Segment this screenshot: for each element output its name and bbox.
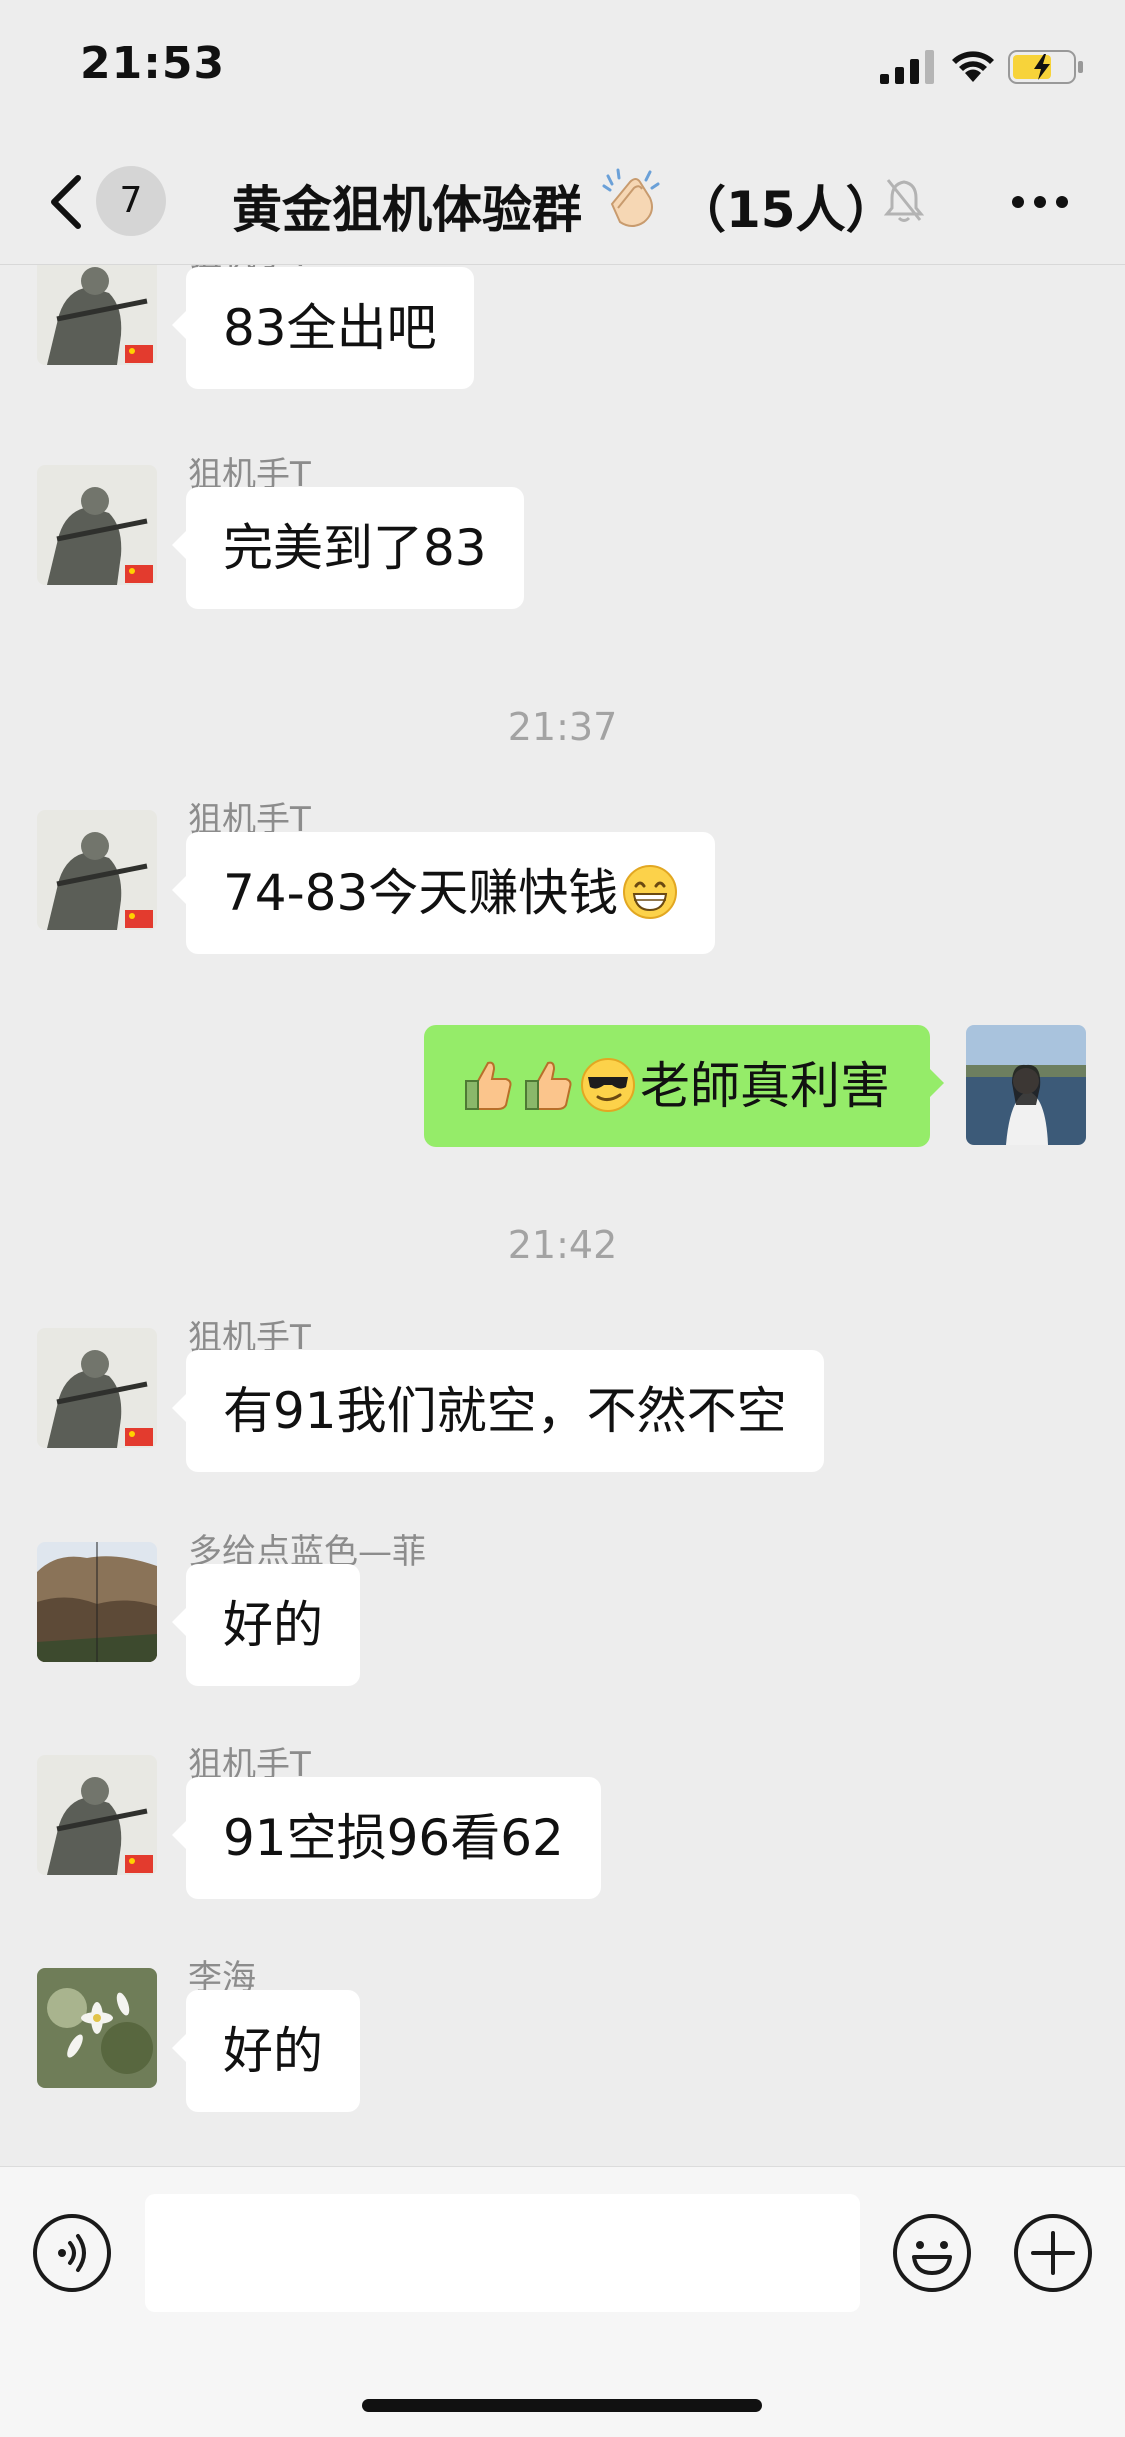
message-bubble[interactable]: 好的 (172, 1564, 360, 1686)
message-text: 完美到了83 (223, 519, 487, 577)
message-bubble[interactable]: 有91我们就空，不然不空 (172, 1350, 824, 1472)
sniper-avatar-image (37, 1755, 157, 1875)
message-text: 老師真利害 (640, 1057, 890, 1115)
grin-emoji-icon (623, 865, 678, 919)
input-bar (0, 2166, 1125, 2437)
thumbs-up-emoji-icon (465, 1061, 512, 1110)
home-indicator (362, 2399, 762, 2412)
sniper-avatar-image (37, 810, 157, 930)
back-chevron-icon[interactable] (40, 170, 100, 234)
sender-avatar[interactable] (37, 465, 157, 585)
status-bar: 21:53 (0, 0, 1125, 140)
sender-avatar[interactable] (37, 1542, 157, 1662)
sender-avatar[interactable] (37, 1328, 157, 1448)
message-timestamp: 21:42 (507, 1223, 618, 1267)
more-dots-icon[interactable] (1010, 192, 1070, 212)
message-text: 好的 (223, 2022, 323, 2080)
member-count: （15人） (676, 181, 896, 239)
chat-area[interactable]: 狙机手T 83全出吧 狙机手T 完美到了83 21:37 (0, 265, 1125, 2165)
nav-bar: 7 黄金狙机体验群 （15人） (0, 140, 1125, 265)
emoji-face-icon[interactable] (892, 2213, 972, 2293)
thumbs-up-emoji-icon (525, 1061, 572, 1110)
cliff-avatar-image (37, 1542, 157, 1662)
message-bubble-self[interactable]: 老師真利害 (424, 1025, 944, 1147)
cellular-signal-icon (880, 50, 934, 84)
self-avatar-image (966, 1025, 1086, 1145)
self-avatar[interactable] (966, 1025, 1086, 1145)
battery-icon (1008, 50, 1083, 84)
message-timestamp: 21:37 (507, 705, 618, 749)
message-text: 有91我们就空，不然不空 (223, 1382, 787, 1440)
sender-avatar[interactable] (37, 1755, 157, 1875)
sniper-avatar-image (37, 265, 157, 365)
message-text: 74-83今天赚快钱 (223, 864, 619, 922)
clap-emoji-icon (602, 168, 660, 227)
message-bubble[interactable]: 完美到了83 (172, 487, 524, 609)
message-text: 好的 (223, 1596, 323, 1654)
message-bubble[interactable]: 好的 (172, 1990, 360, 2112)
group-title[interactable]: 黄金狙机体验群 (232, 170, 582, 242)
sunglasses-emoji-icon (581, 1058, 635, 1112)
sender-avatar[interactable] (37, 1968, 157, 2088)
message-bubble[interactable]: 83全出吧 (172, 267, 474, 389)
status-time: 21:53 (80, 38, 226, 89)
message-bubble[interactable]: 91空损96看62 (172, 1777, 601, 1899)
message-bubble[interactable]: 74-83今天赚快钱 (171, 832, 716, 954)
voice-icon[interactable] (32, 2213, 112, 2293)
message-input[interactable] (145, 2194, 860, 2312)
message-text: 91空损96看62 (223, 1809, 564, 1867)
mute-bell-icon (884, 179, 924, 222)
sniper-avatar-image (37, 465, 157, 585)
sender-avatar[interactable] (37, 265, 157, 365)
unread-badge[interactable]: 7 (96, 166, 166, 236)
wifi-icon (952, 51, 994, 82)
sniper-avatar-image (37, 1328, 157, 1448)
message-text: 83全出吧 (223, 299, 437, 357)
plus-icon[interactable] (1013, 2213, 1093, 2293)
sender-avatar[interactable] (37, 810, 157, 930)
flower-avatar-image (37, 1968, 157, 2088)
